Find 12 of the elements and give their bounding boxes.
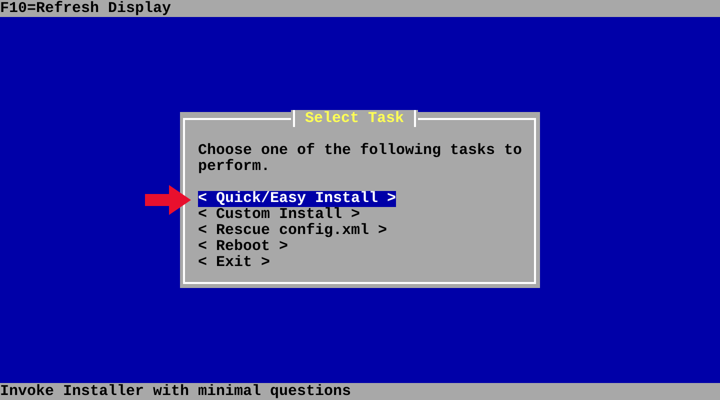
arrow-icon [145, 185, 191, 215]
menu-option[interactable]: < Reboot > [198, 239, 288, 255]
menu-option[interactable]: < Quick/Easy Install > [198, 191, 396, 207]
menu-option[interactable]: < Rescue config.xml > [198, 223, 388, 239]
status-bar: Invoke Installer with minimal questions [0, 383, 720, 400]
title-tick [293, 110, 295, 127]
help-bar: F10=Refresh Display [0, 0, 720, 17]
dialog-message: Choose one of the following tasks to perform. [198, 143, 524, 175]
dialog-title: Select Task [304, 110, 406, 127]
menu-option[interactable]: < Custom Install > [198, 207, 360, 223]
menu-option[interactable]: < Exit > [198, 255, 270, 271]
title-tick [414, 110, 416, 127]
